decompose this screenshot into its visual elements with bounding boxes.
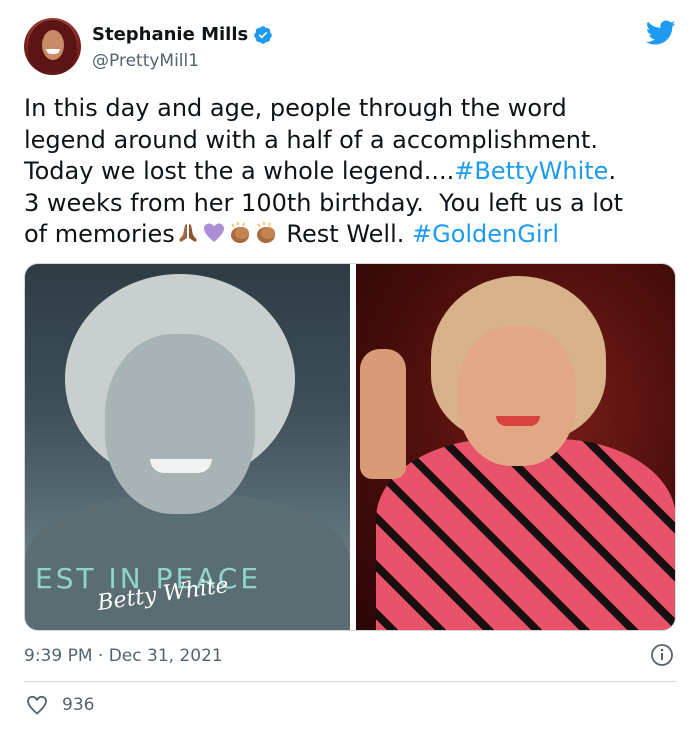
purple-heart-emoji <box>203 223 224 242</box>
like-count: 936 <box>62 695 95 715</box>
like-row[interactable]: 936 <box>24 693 94 717</box>
tweet-line: Rest Well. <box>278 220 412 248</box>
tweet-line: 3 weeks from her 100th birthday. You lef… <box>24 188 624 217</box>
tweet-media[interactable]: EST IN PEACE Betty White <box>24 263 676 631</box>
info-icon[interactable] <box>650 643 674 667</box>
tweet-header: Stephanie Mills @PrettyMill1 <box>24 18 676 78</box>
tweet-body: In this day and age, people through the … <box>24 93 684 251</box>
tweet-line: legend around with a half of a accomplis… <box>24 125 599 154</box>
media-photo-betty-white[interactable] <box>356 264 675 630</box>
author-name-row: Stephanie Mills <box>92 24 273 45</box>
avatar[interactable] <box>24 18 81 75</box>
tweet-line: In this day and age, people through the … <box>24 94 567 122</box>
clapping-hands-emoji <box>230 222 249 243</box>
twitter-bird-icon[interactable] <box>646 20 676 46</box>
media-photo-betty-white-tribute[interactable]: EST IN PEACE Betty White <box>25 264 350 630</box>
hashtag-bettywhite[interactable]: #BettyWhite <box>454 157 608 185</box>
clapping-hands-emoji <box>256 222 275 243</box>
tweet-line: Today we lost the a whole legend.... <box>24 157 455 185</box>
verified-badge-icon <box>254 25 272 44</box>
tweet-line: of memories <box>24 220 175 248</box>
divider <box>24 681 676 682</box>
heart-icon[interactable] <box>24 693 50 717</box>
tweet-timestamp[interactable]: 9:39 PM · Dec 31, 2021 <box>24 646 223 666</box>
praying-hands-emoji <box>178 224 197 242</box>
hashtag-goldengirl[interactable]: #GoldenGirl <box>412 220 559 248</box>
author-display-name[interactable]: Stephanie Mills <box>92 24 248 45</box>
tweet-punctuation: . <box>608 157 617 185</box>
author-handle[interactable]: @PrettyMill1 <box>92 51 199 71</box>
